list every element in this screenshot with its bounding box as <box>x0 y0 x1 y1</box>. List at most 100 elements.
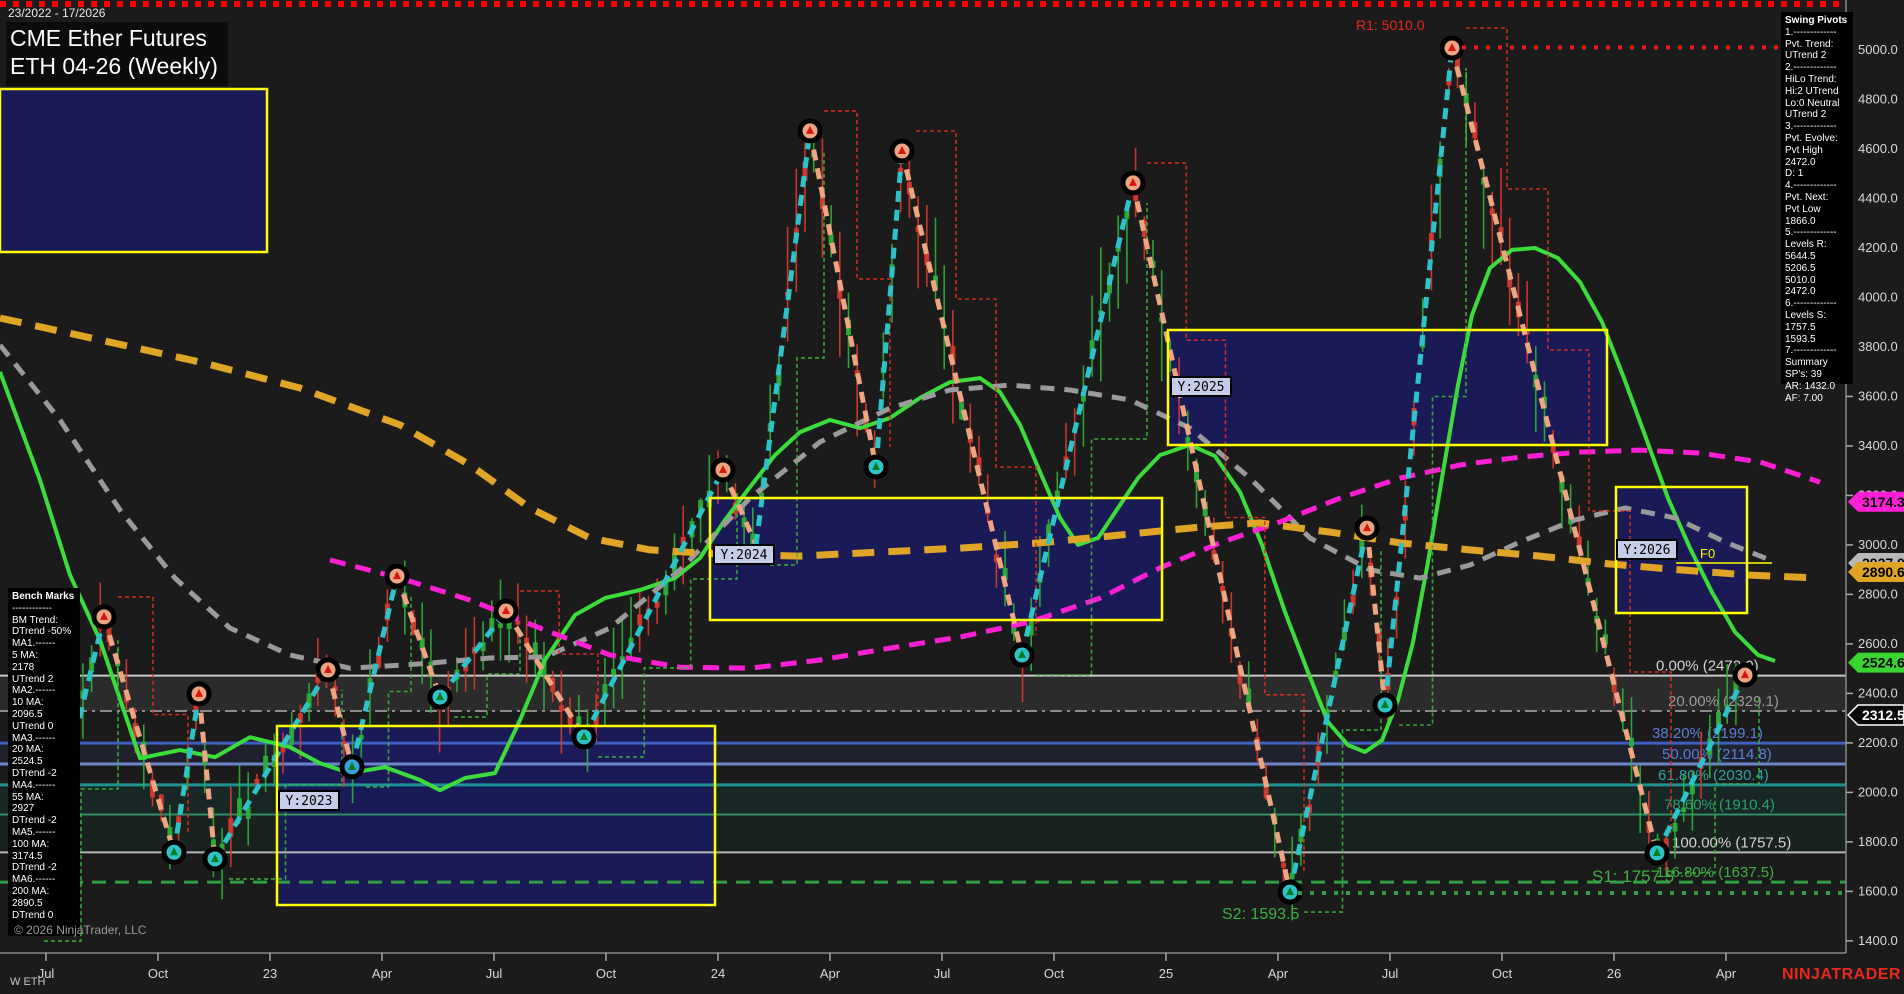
panel-line: Pvt. Next: <box>1785 192 1851 204</box>
price-tick-label: 1400.0 <box>1858 933 1898 948</box>
panel-line: 2472.0 <box>1785 157 1851 169</box>
panel-line: UTrend 2 <box>12 674 78 686</box>
panel-line: 2524.5 <box>12 756 78 768</box>
time-tick-label: 25 <box>1159 966 1173 981</box>
candle-body <box>1133 195 1138 201</box>
fib-label: 50.00% (2114.8) <box>1662 746 1772 763</box>
price-tag-value: 2524.6 <box>1862 655 1904 671</box>
fib-label: 78.60% (1910.4) <box>1664 797 1775 814</box>
panel-line: Pvt High <box>1785 145 1851 157</box>
candle-body <box>1333 671 1338 676</box>
panel-line: 5 MA: <box>12 650 78 662</box>
price-tick-label: 4400.0 <box>1858 190 1898 205</box>
price-tick-label: 4600.0 <box>1858 141 1898 156</box>
candle-body <box>1124 211 1129 219</box>
fib-label: 61.80% (2030.4) <box>1658 767 1769 784</box>
price-tick-label: 2000.0 <box>1858 784 1898 799</box>
candle-body <box>1673 823 1678 832</box>
panel-line: 5206.5 <box>1785 263 1851 275</box>
price-tag-value: 2312.5 <box>1862 707 1904 723</box>
panel-line: DTrend -2 <box>12 768 78 780</box>
time-tick-label: Oct <box>1492 966 1513 981</box>
s1-label: S1: 1757.5 <box>1592 867 1674 886</box>
panel-line: 2472.0 <box>1785 286 1851 298</box>
price-tick-label: 5000.0 <box>1858 42 1898 57</box>
swing-pivots-lines: 1.-------------Pvt. Trend:UTrend 22.----… <box>1785 27 1851 405</box>
candle-body <box>533 643 538 656</box>
f0-label: F0 <box>1700 546 1715 561</box>
panel-line: 7.------------- <box>1785 345 1851 357</box>
panel-line: MA4.------ <box>12 780 78 792</box>
candle-body <box>637 614 642 625</box>
time-tick-label: Oct <box>148 966 169 981</box>
panel-line: 2.------------- <box>1785 62 1851 74</box>
panel-line: 3174.5 <box>12 851 78 863</box>
time-tick-label: Jul <box>486 966 503 981</box>
zigzag-up-segment <box>756 131 810 545</box>
candle-body <box>1681 807 1686 812</box>
panel-line: 4.------------- <box>1785 180 1851 192</box>
time-tick-label: 23 <box>263 966 277 981</box>
swing-pivots-panel: Swing Pivots 1.-------------Pvt. Trend:U… <box>1781 12 1853 384</box>
panel-line: AR: 1432.0 <box>1785 381 1851 393</box>
price-tick-label: 3000.0 <box>1858 537 1898 552</box>
panel-line: 20 MA: <box>12 744 78 756</box>
panel-line: Pvt. Trend: <box>1785 39 1851 51</box>
panel-line: DTrend 0 <box>12 910 78 922</box>
price-tag-value: 3174.3 <box>1862 494 1904 510</box>
panel-line: Summary <box>1785 357 1851 369</box>
time-tick-label: Apr <box>1716 966 1737 981</box>
tab-w-eth[interactable]: W ETH <box>10 976 45 988</box>
year-chip-label: Y:2025 <box>1178 380 1225 395</box>
time-tick-label: Apr <box>1268 966 1289 981</box>
candle-body <box>237 798 242 817</box>
time-tick-label: Apr <box>372 966 393 981</box>
panel-line: SP's: 39 <box>1785 369 1851 381</box>
price-tick-label: 3600.0 <box>1858 388 1898 403</box>
panel-line: 6.------------- <box>1785 298 1851 310</box>
panel-line: BM Trend: <box>12 615 78 627</box>
panel-line: MA5.------ <box>12 827 78 839</box>
price-tick-label: 2400.0 <box>1858 685 1898 700</box>
panel-line: 5644.5 <box>1785 251 1851 263</box>
candle-body <box>1290 873 1295 879</box>
panel-line: 1866.0 <box>1785 216 1851 228</box>
panel-line: 2178 <box>12 662 78 674</box>
panel-line: D: 1 <box>1785 168 1851 180</box>
panel-line: HiLo Trend: <box>1785 74 1851 86</box>
year-range-fill <box>1168 330 1607 445</box>
price-tick-label: 2200.0 <box>1858 735 1898 750</box>
panel-line: 5010.0 <box>1785 275 1851 287</box>
candle-body <box>498 623 503 627</box>
chart-window: 0.00% (2472.0)20.00% (2329.1)38.20% (219… <box>0 0 1904 994</box>
panel-line: MA2.------ <box>12 685 78 697</box>
panel-line: 55 MA: <box>12 792 78 804</box>
pivot-markers <box>94 38 1755 902</box>
panel-line: 1.------------- <box>1785 27 1851 39</box>
time-tick-label: Oct <box>1044 966 1065 981</box>
panel-line: DTrend -2 <box>12 815 78 827</box>
panel-line: 1593.5 <box>1785 334 1851 346</box>
panel-line: MA3.------ <box>12 733 78 745</box>
time-tick-label: 24 <box>711 966 725 981</box>
trail-step-up <box>1304 548 1381 912</box>
panel-line: DTrend -2 <box>12 862 78 874</box>
bench-marks-panel: Bench Marks ------------BM Trend:DTrend … <box>8 588 80 936</box>
chart-canvas[interactable]: 0.00% (2472.0)20.00% (2329.1)38.20% (219… <box>0 0 1904 994</box>
panel-line: UTrend 2 <box>1785 109 1851 121</box>
panel-line: 3.------------- <box>1785 121 1851 133</box>
panel-line: 2096.5 <box>12 709 78 721</box>
price-tick-label: 2600.0 <box>1858 636 1898 651</box>
candle-body <box>1281 863 1286 868</box>
trail-step-down <box>1147 163 1304 872</box>
price-tag-value: 2890.6 <box>1862 564 1904 580</box>
panel-line: Hi:2 UTrend <box>1785 86 1851 98</box>
s2-label: S2: 1593.5 <box>1222 906 1300 923</box>
time-tick-label: Oct <box>596 966 617 981</box>
candle-body <box>611 669 616 675</box>
price-tick-label: 4800.0 <box>1858 91 1898 106</box>
r1-label: R1: 5010.0 <box>1356 17 1425 33</box>
panel-line: 10 MA: <box>12 697 78 709</box>
panel-line: Levels R: <box>1785 239 1851 251</box>
panel-line: UTrend 2 <box>1785 50 1851 62</box>
